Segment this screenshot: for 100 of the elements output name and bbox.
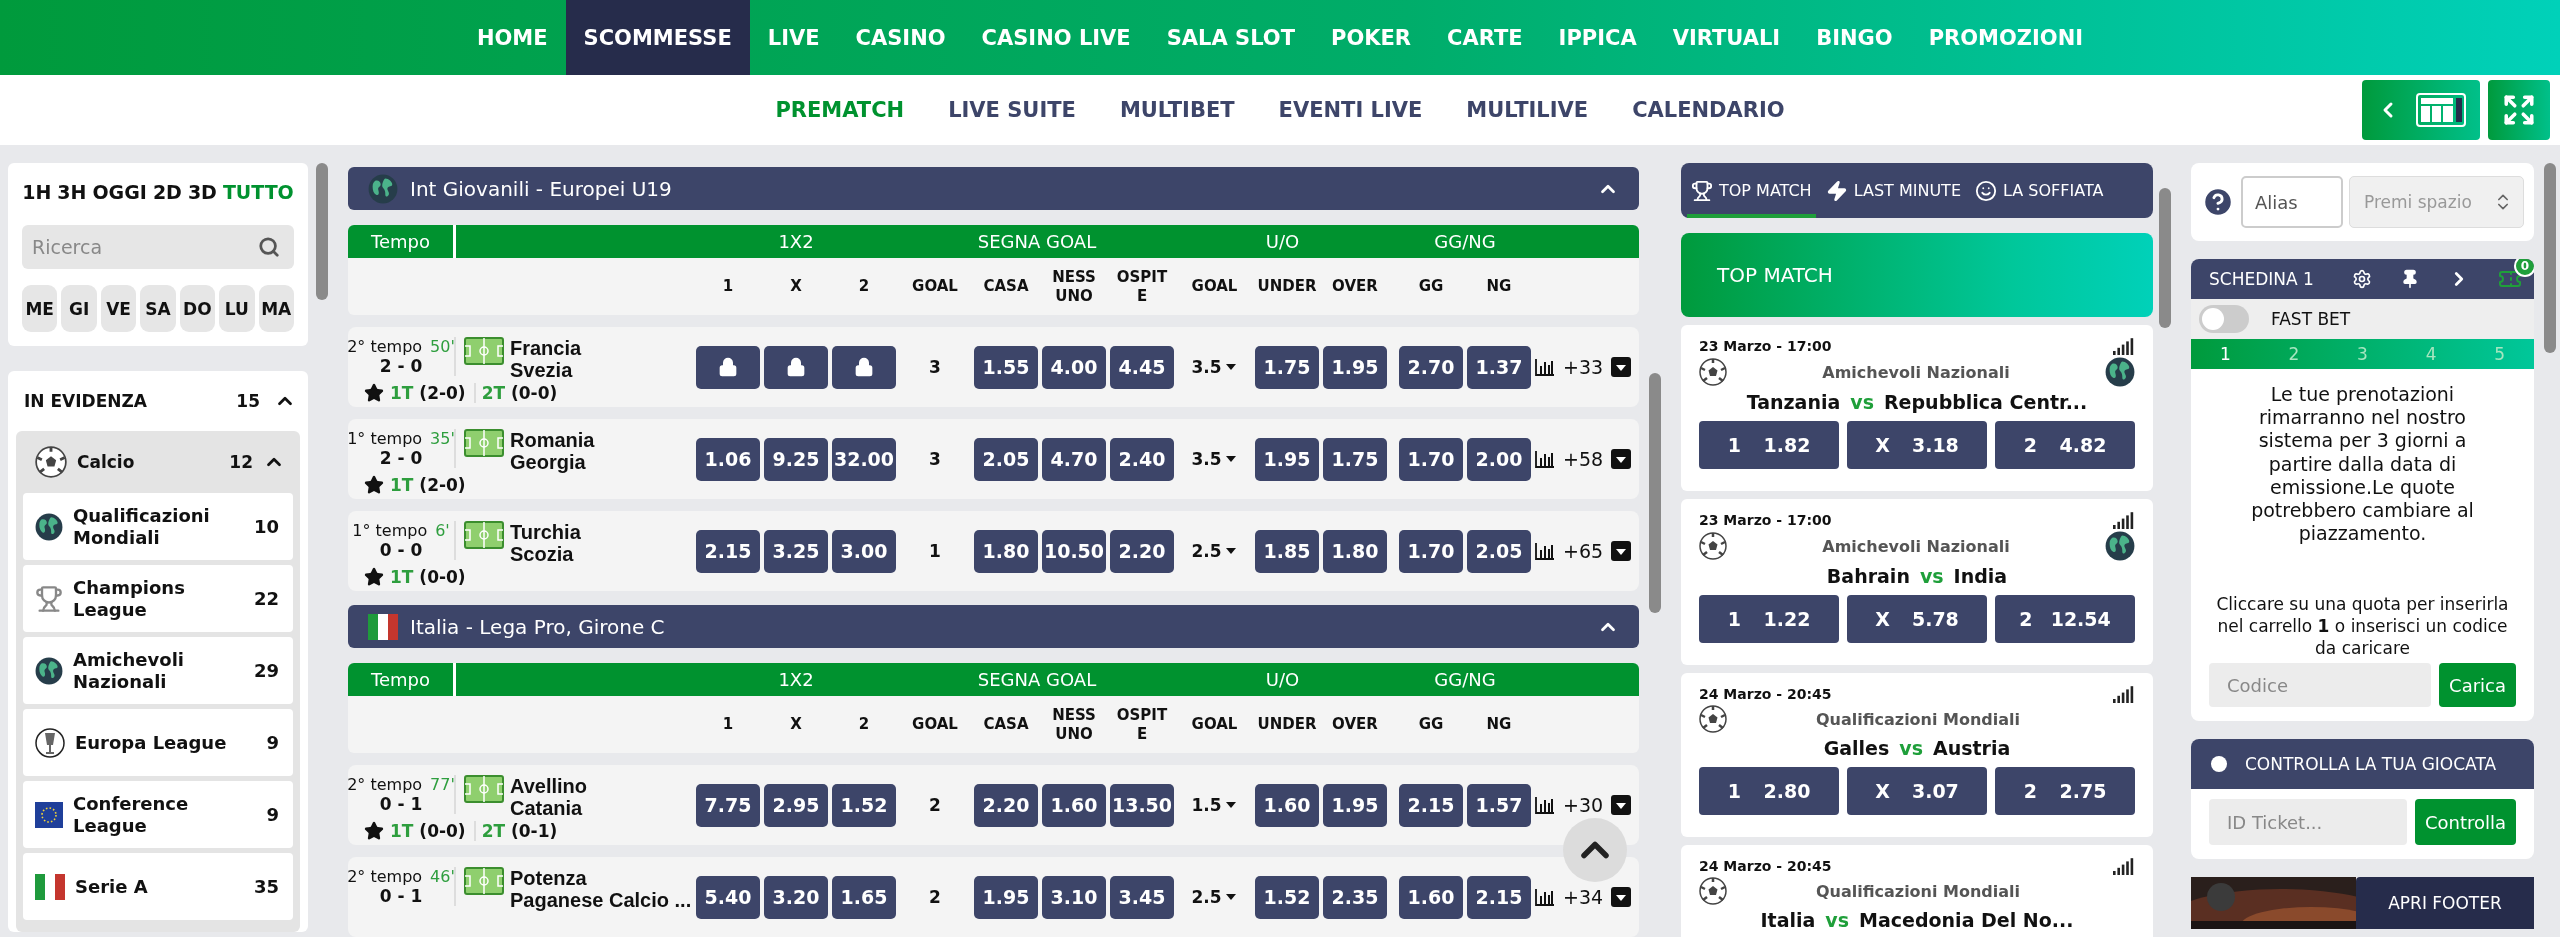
- sub-nav-item[interactable]: MULTILIVE: [1466, 98, 1589, 122]
- bar-chart-icon[interactable]: [1535, 796, 1555, 814]
- competition-item[interactable]: Qualificazioni Mondiali 10: [23, 493, 293, 560]
- odds-button[interactable]: [696, 345, 760, 389]
- line-selector[interactable]: 1.5: [1178, 795, 1251, 815]
- competition-item[interactable]: Amichevoli Nazionali 29: [23, 637, 293, 704]
- odds-button[interactable]: 1.65: [832, 875, 896, 919]
- dropdown-icon[interactable]: [1611, 541, 1632, 561]
- star-icon[interactable]: [364, 475, 384, 495]
- time-filter[interactable]: 1H: [22, 181, 52, 203]
- odds-button[interactable]: 1.75: [1255, 345, 1319, 389]
- odds-button[interactable]: 2.40: [1110, 437, 1174, 481]
- odds-button[interactable]: 1.95: [1323, 783, 1387, 827]
- pin-icon[interactable]: [2400, 269, 2420, 289]
- odds-button[interactable]: 1 2.80: [1699, 767, 1839, 815]
- odds-button[interactable]: 3.45: [1110, 875, 1174, 919]
- scrollbar-thumb[interactable]: [316, 163, 328, 300]
- odds-button[interactable]: 1.75: [1323, 437, 1387, 481]
- tab[interactable]: TOP MATCH: [1687, 163, 1816, 218]
- odds-button[interactable]: 2 4.82: [1995, 421, 2135, 469]
- sub-nav-item[interactable]: PREMATCH: [775, 98, 905, 122]
- more-markets-link[interactable]: +30: [1563, 794, 1604, 816]
- competition-item[interactable]: Champions League 22: [23, 565, 293, 632]
- day-button[interactable]: MA: [258, 285, 294, 332]
- odds-button[interactable]: 1.95: [974, 875, 1038, 919]
- competition-item[interactable]: Serie A 35: [23, 853, 293, 920]
- odds-button[interactable]: 3.20: [764, 875, 828, 919]
- odds-button[interactable]: 2 2.75: [1995, 767, 2135, 815]
- open-footer-button[interactable]: APRI FOOTER: [2356, 877, 2534, 930]
- odds-button[interactable]: 1.60: [1399, 875, 1463, 919]
- fullscreen-button[interactable]: [2488, 80, 2550, 140]
- bar-chart-icon[interactable]: [1535, 542, 1555, 560]
- sub-nav-item[interactable]: LIVE SUITE: [948, 98, 1076, 122]
- more-markets-link[interactable]: +34: [1563, 886, 1604, 908]
- odds-button[interactable]: [764, 345, 828, 389]
- line-selector[interactable]: 2.5: [1178, 541, 1251, 561]
- odds-button[interactable]: 1.55: [974, 345, 1038, 389]
- time-filter[interactable]: 2D: [152, 181, 182, 203]
- competition-item[interactable]: Europa League 9: [23, 709, 293, 776]
- sub-nav-item[interactable]: EVENTI LIVE: [1278, 98, 1423, 122]
- dropdown-icon[interactable]: [1611, 795, 1632, 815]
- search-field[interactable]: Ricerca: [22, 225, 294, 269]
- odds-button[interactable]: 9.25: [764, 437, 828, 481]
- odds-button[interactable]: 2 12.54: [1995, 595, 2135, 643]
- competition-header[interactable]: Int Giovanili - Europei U19: [348, 167, 1639, 210]
- sport-name[interactable]: Calcio: [77, 452, 220, 472]
- dropdown-icon[interactable]: [1611, 449, 1632, 469]
- day-button[interactable]: DO: [179, 285, 216, 332]
- odds-button[interactable]: 7.75: [696, 783, 760, 827]
- betslip-tab[interactable]: 1: [2191, 339, 2260, 369]
- odds-button[interactable]: 32.00: [832, 437, 896, 481]
- alias-field[interactable]: Alias: [2241, 176, 2343, 228]
- line-selector[interactable]: 3.5: [1178, 449, 1251, 469]
- odds-button[interactable]: 1.52: [1255, 875, 1319, 919]
- odds-button[interactable]: 1.85: [1255, 529, 1319, 573]
- bar-chart-icon[interactable]: [1535, 450, 1555, 468]
- bar-chart-icon[interactable]: [1535, 888, 1555, 906]
- more-markets-link[interactable]: +33: [1563, 356, 1604, 378]
- odds-button[interactable]: 1.60: [1042, 783, 1106, 827]
- more-markets-link[interactable]: +65: [1563, 540, 1604, 562]
- odds-button[interactable]: 2.05: [974, 437, 1038, 481]
- odds-button[interactable]: 3.00: [832, 529, 896, 573]
- line-selector[interactable]: 2.5: [1178, 887, 1251, 907]
- odds-button[interactable]: 1.70: [1399, 437, 1463, 481]
- odds-button[interactable]: 2.20: [1110, 529, 1174, 573]
- time-filter[interactable]: TUTTO: [222, 181, 294, 203]
- odds-button[interactable]: 1.70: [1399, 529, 1463, 573]
- scrollbar-thumb[interactable]: [1649, 373, 1661, 613]
- bar-chart-icon[interactable]: [1535, 358, 1555, 376]
- tab[interactable]: LAST MINUTE: [1821, 163, 1965, 218]
- sub-nav-item[interactable]: CALENDARIO: [1632, 98, 1785, 122]
- odds-button[interactable]: 1.37: [1467, 345, 1531, 389]
- load-button[interactable]: Carica: [2439, 663, 2516, 708]
- odds-button[interactable]: 1 1.82: [1699, 421, 1839, 469]
- odds-button[interactable]: 1.80: [1323, 529, 1387, 573]
- odds-button[interactable]: 13.50: [1110, 783, 1174, 827]
- odds-button[interactable]: 4.70: [1042, 437, 1106, 481]
- day-button[interactable]: SA: [140, 285, 176, 332]
- odds-button[interactable]: 5.40: [696, 875, 760, 919]
- odds-button[interactable]: 1.60: [1255, 783, 1319, 827]
- star-icon[interactable]: [364, 821, 384, 841]
- odds-button[interactable]: 2.70: [1399, 345, 1463, 389]
- time-filter[interactable]: 3D: [187, 181, 217, 203]
- layout-button[interactable]: [2362, 80, 2480, 140]
- odds-button[interactable]: 1.52: [832, 783, 896, 827]
- odds-button[interactable]: 2.05: [1467, 529, 1531, 573]
- time-filter[interactable]: OGGI: [92, 181, 147, 203]
- odds-button[interactable]: 2.15: [1399, 783, 1463, 827]
- odds-button[interactable]: 2.15: [696, 529, 760, 573]
- odds-button[interactable]: 10.50: [1042, 529, 1106, 573]
- odds-button[interactable]: 1.57: [1467, 783, 1531, 827]
- dropdown-icon[interactable]: [1611, 357, 1632, 377]
- time-filter[interactable]: 3H: [57, 181, 87, 203]
- tab[interactable]: LA SOFFIATA: [1971, 163, 2108, 218]
- fast-bet-toggle[interactable]: [2199, 305, 2249, 333]
- odds-button[interactable]: X 3.18: [1847, 421, 1987, 469]
- odds-button[interactable]: 2.15: [1467, 875, 1531, 919]
- odds-button[interactable]: [832, 345, 896, 389]
- star-icon[interactable]: [364, 567, 384, 587]
- star-icon[interactable]: [364, 383, 384, 403]
